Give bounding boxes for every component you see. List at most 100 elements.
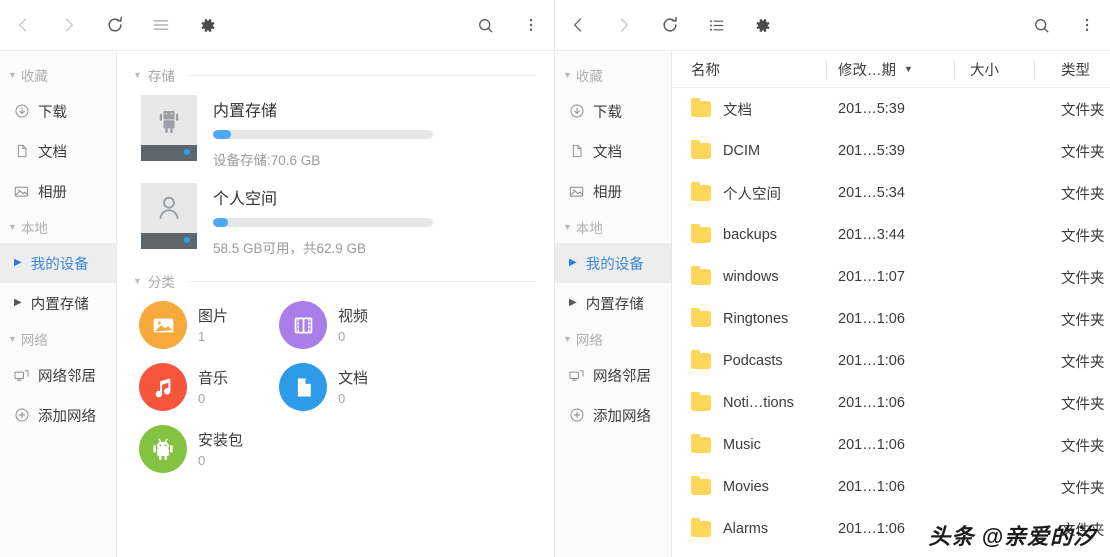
category-meta: 图片 1 <box>198 301 228 344</box>
table-row[interactable]: 文档201…5:39文件夹 <box>672 88 1110 130</box>
sidebar-group-local[interactable]: ▼ 本地 <box>555 211 671 243</box>
category-images[interactable]: 图片 1 <box>139 301 279 349</box>
file-name: Podcasts <box>723 353 783 369</box>
sidebar-item-add-network[interactable]: 添加网络 <box>555 395 671 435</box>
sidebar-group-local[interactable]: ▼ 本地 <box>0 211 116 243</box>
category-videos[interactable]: 视频 0 <box>279 301 419 349</box>
folder-icon <box>691 437 711 453</box>
sidebar-group-network[interactable]: ▼ 网络 <box>555 323 671 355</box>
search-icon[interactable] <box>1018 5 1064 45</box>
sidebar-item-my-device[interactable]: ▶ 我的设备 <box>0 243 116 283</box>
sidebar-item-documents[interactable]: 文档 <box>555 131 671 171</box>
category-meta: 安装包 0 <box>198 425 243 468</box>
sort-descending-icon: ▼ <box>904 64 913 74</box>
column-header-name[interactable]: 名称 <box>672 51 827 87</box>
more-vertical-icon[interactable] <box>508 5 554 45</box>
sidebar-item-network-neighborhood[interactable]: 网络邻居 <box>555 355 671 395</box>
cell-date: 201…5:39 <box>827 130 955 172</box>
left-toolbar-action-group <box>462 5 554 45</box>
cell-date: 201…5:34 <box>827 172 955 214</box>
sidebar-item-internal-storage[interactable]: ▶ 内置存储 <box>555 283 671 323</box>
film-icon <box>279 301 327 349</box>
sidebar-item-albums[interactable]: 相册 <box>555 171 671 211</box>
storage-device-row[interactable]: 个人空间 58.5 GB可用，共62.9 GB <box>141 183 536 257</box>
table-row[interactable]: Alarms201…1:06文件夹 <box>672 508 1110 550</box>
column-header-date[interactable]: 修改…期 ▼ <box>827 51 955 87</box>
file-name: Noti…tions <box>723 395 794 411</box>
list-view-icon[interactable] <box>693 5 739 45</box>
file-list-header: 名称 修改…期 ▼ 大小 类型 <box>672 51 1110 88</box>
table-row[interactable]: Ringtones201…1:06文件夹 <box>672 298 1110 340</box>
sidebar-item-add-network[interactable]: 添加网络 <box>0 395 116 435</box>
category-apk[interactable]: 安装包 0 <box>139 425 279 473</box>
column-header-size[interactable]: 大小 <box>955 51 1035 87</box>
file-name: 个人空间 <box>723 183 781 204</box>
category-music[interactable]: 音乐 0 <box>139 363 279 411</box>
sidebar-item-label: 内置存储 <box>586 293 644 314</box>
table-row[interactable]: windows201…1:07文件夹 <box>672 256 1110 298</box>
cell-type: 文件夹 <box>1035 298 1110 340</box>
category-documents[interactable]: 文档 0 <box>279 363 419 411</box>
table-row[interactable]: 个人空间201…5:34文件夹 <box>672 172 1110 214</box>
cell-size <box>955 130 1035 172</box>
sidebar-item-label: 文档 <box>593 141 622 162</box>
file-name: Ringtones <box>723 311 788 327</box>
refresh-button[interactable] <box>92 5 138 45</box>
sidebar-group-favorites[interactable]: ▼ 收藏 <box>0 59 116 91</box>
right-toolbar <box>555 0 1110 51</box>
more-vertical-icon[interactable] <box>1064 5 1110 45</box>
cell-type: 文件夹 <box>1035 382 1110 424</box>
storage-progress-bar <box>213 218 433 227</box>
chevron-down-icon: ▼ <box>8 223 17 232</box>
settings-gear-icon[interactable] <box>184 5 230 45</box>
cell-size <box>955 340 1035 382</box>
sidebar-item-label: 相册 <box>593 181 622 202</box>
forward-button[interactable] <box>46 5 92 45</box>
file-list-panel: 名称 修改…期 ▼ 大小 类型 文档2 <box>672 51 1110 557</box>
table-row[interactable]: Noti…tions201…1:06文件夹 <box>672 382 1110 424</box>
sidebar-item-documents[interactable]: 文档 <box>0 131 116 171</box>
sidebar-item-albums[interactable]: 相册 <box>0 171 116 211</box>
refresh-button[interactable] <box>647 5 693 45</box>
cell-size <box>955 508 1035 550</box>
storage-device-row[interactable]: 内置存储 设备存储:70.6 GB <box>141 95 536 169</box>
table-row[interactable]: Music201…1:06文件夹 <box>672 424 1110 466</box>
cell-name: Movies <box>672 466 827 508</box>
sidebar-item-label: 添加网络 <box>38 405 96 426</box>
table-row[interactable]: backups201…3:44文件夹 <box>672 214 1110 256</box>
storage-section-header[interactable]: ▼ 存储 <box>133 65 536 85</box>
column-header-type[interactable]: 类型 <box>1035 51 1110 87</box>
back-button[interactable] <box>0 5 46 45</box>
sidebar-item-my-device[interactable]: ▶ 我的设备 <box>555 243 671 283</box>
hamburger-menu-icon[interactable] <box>138 5 184 45</box>
sidebar-group-favorites[interactable]: ▼ 收藏 <box>555 59 671 91</box>
column-label: 大小 <box>970 59 999 80</box>
category-count: 0 <box>338 329 368 344</box>
folder-icon <box>691 185 711 201</box>
sidebar-item-network-neighborhood[interactable]: 网络邻居 <box>0 355 116 395</box>
file-name: 文档 <box>723 99 752 120</box>
table-row[interactable]: Movies201…1:06文件夹 <box>672 466 1110 508</box>
cell-type: 文件夹 <box>1035 88 1110 130</box>
cell-size <box>955 172 1035 214</box>
section-title: 存储 <box>148 65 175 85</box>
sidebar-item-internal-storage[interactable]: ▶ 内置存储 <box>0 283 116 323</box>
search-icon[interactable] <box>462 5 508 45</box>
sidebar-group-network[interactable]: ▼ 网络 <box>0 323 116 355</box>
cell-type: 文件夹 <box>1035 508 1110 550</box>
back-button[interactable] <box>555 5 601 45</box>
sidebar-group-label: 收藏 <box>21 65 48 85</box>
left-toolbar <box>0 0 554 51</box>
categories-section-header[interactable]: ▼ 分类 <box>133 271 536 291</box>
triangle-right-icon: ▶ <box>569 298 577 308</box>
forward-button[interactable] <box>601 5 647 45</box>
sidebar-item-downloads[interactable]: 下载 <box>0 91 116 131</box>
cell-size <box>955 382 1035 424</box>
right-toolbar-action-group <box>1018 5 1110 45</box>
device-screen <box>141 183 197 233</box>
table-row[interactable]: DCIM201…5:39文件夹 <box>672 130 1110 172</box>
settings-gear-icon[interactable] <box>739 5 785 45</box>
table-row[interactable]: Podcasts201…1:06文件夹 <box>672 340 1110 382</box>
sidebar-item-downloads[interactable]: 下载 <box>555 91 671 131</box>
right-toolbar-nav-group <box>555 5 785 45</box>
